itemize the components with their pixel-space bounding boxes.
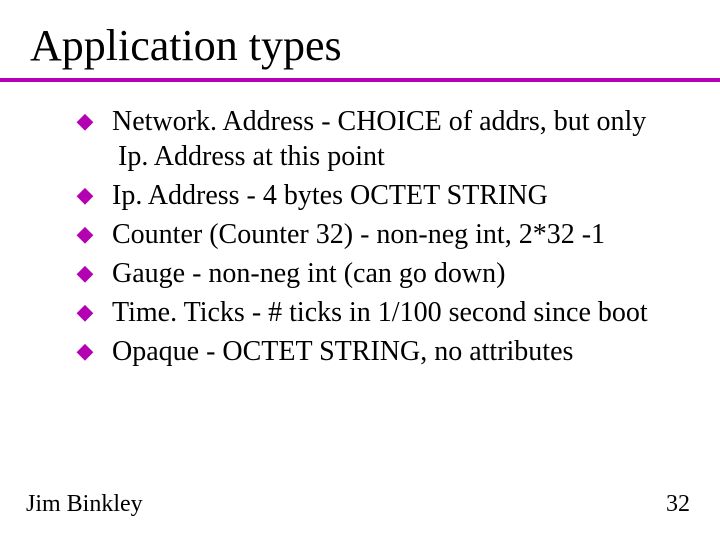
list-item: ◆Time. Ticks - # ticks in 1/100 second s… (88, 295, 680, 330)
bullet-text: Time. Ticks - # ticks in 1/100 second si… (112, 297, 648, 328)
diamond-bullet-icon: ◆ (88, 298, 112, 326)
slide: Application types ◆Network. Address - CH… (0, 0, 720, 540)
list-item: ◆Gauge - non-neg int (can go down) (88, 256, 680, 291)
diamond-bullet-icon: ◆ (88, 181, 112, 209)
bullet-text: Network. Address - CHOICE of addrs, but … (112, 106, 646, 172)
bullet-text: Ip. Address - 4 bytes OCTET STRING (112, 180, 548, 211)
footer-page-number: 32 (666, 491, 690, 518)
list-item: ◆Opaque - OCTET STRING, no attributes (88, 334, 680, 369)
bullet-text: Gauge - non-neg int (can go down) (112, 258, 505, 289)
bullet-text: Counter (Counter 32) - non-neg int, 2*32… (112, 219, 605, 250)
list-item: ◆Network. Address - CHOICE of addrs, but… (88, 104, 680, 174)
footer-author: Jim Binkley (26, 491, 143, 518)
diamond-bullet-icon: ◆ (88, 259, 112, 287)
bullet-list: ◆Network. Address - CHOICE of addrs, but… (88, 104, 680, 373)
title-underline (0, 78, 720, 82)
bullet-text: Opaque - OCTET STRING, no attributes (112, 336, 573, 367)
list-item: ◆Ip. Address - 4 bytes OCTET STRING (88, 178, 680, 213)
diamond-bullet-icon: ◆ (88, 337, 112, 365)
list-item: ◆Counter (Counter 32) - non-neg int, 2*3… (88, 217, 680, 252)
diamond-bullet-icon: ◆ (88, 107, 112, 135)
diamond-bullet-icon: ◆ (88, 220, 112, 248)
slide-title: Application types (30, 20, 342, 71)
